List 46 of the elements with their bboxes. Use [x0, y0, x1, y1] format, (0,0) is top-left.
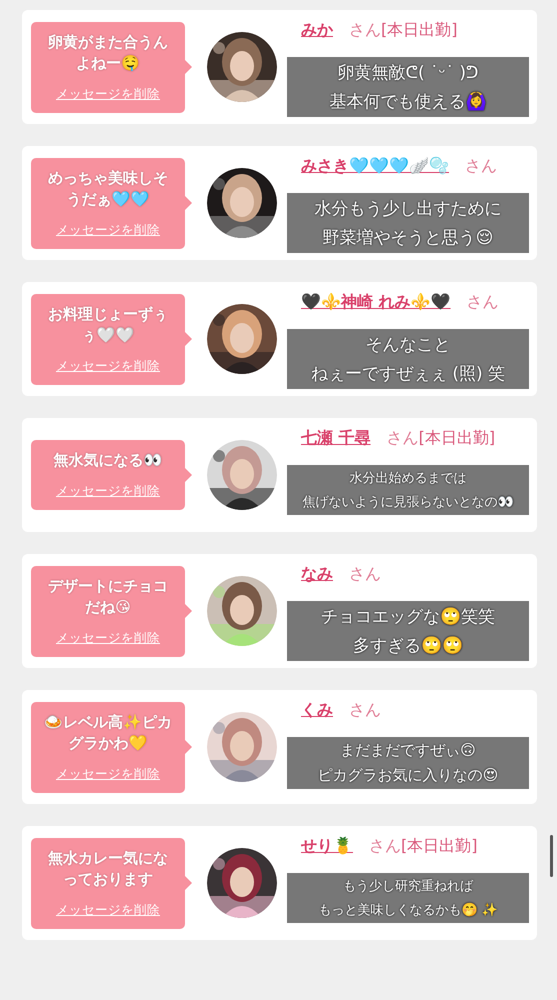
reply-text: もう少し研究重ねれば [342, 878, 474, 895]
reply-text: 卵黄無敵ᕦ( ˙ᵕ˙ )ᕤ [336, 62, 480, 84]
reply-text: もっと美味しくなるかも🤭 ✨ [317, 902, 499, 919]
delete-message-link[interactable]: メッセージを削除 [56, 766, 160, 782]
honorific-text: さん [348, 564, 381, 583]
status-text: [本日出勤] [401, 836, 478, 855]
honorific-text: さん [348, 20, 381, 39]
cast-name-link[interactable]: せり🍍 [301, 836, 353, 855]
reply-text: 野菜増やそうと思う😌 [322, 227, 494, 249]
cast-name-link[interactable]: 七瀬 千尋 [301, 428, 371, 447]
honorific-text: さん [386, 428, 419, 447]
delete-message-link[interactable]: メッセージを削除 [56, 630, 160, 646]
reply-text: 水分もう少し出すために [314, 198, 502, 220]
cast-name-link[interactable]: なみ [301, 564, 333, 583]
honorific-text: さん [348, 700, 381, 719]
message-text: 卵黄がまた合うんよねー🤤 [46, 32, 169, 74]
delete-message-link[interactable]: メッセージを削除 [56, 902, 160, 918]
status-text: [本日出勤] [381, 20, 458, 39]
message-text: 無水気になる👀 [52, 450, 164, 471]
honorific-text: さん [464, 156, 497, 175]
reply-text: 水分出始めるまでは [348, 470, 468, 487]
reply-text: 焦げないように見張らないとなの👀 [302, 494, 514, 511]
cast-name-link[interactable]: みさき🩵🩵🩵🪽🫧 [301, 156, 449, 175]
cast-name-link[interactable]: 🖤⚜神崎 れみ⚜🖤 [301, 292, 451, 311]
reply-text: 基本何でも使える🙆‍♀ [328, 90, 488, 113]
reply-text: 多すぎる🙄🙄 [352, 635, 464, 657]
delete-message-link[interactable]: メッセージを削除 [56, 358, 160, 374]
reply-text: ねぇーですぜぇぇ (照) 笑 [310, 363, 506, 385]
honorific-text: さん [466, 292, 499, 311]
reply-text: そんなこと [364, 334, 452, 356]
reply-text: まだまだですぜぃ🙃 [339, 741, 477, 760]
message-text: 無水カレー気になっております [47, 848, 169, 890]
delete-message-link[interactable]: メッセージを削除 [56, 222, 160, 238]
message-text: お料理じょーずぅぅ🤍🤍 [47, 304, 169, 346]
cast-name-link[interactable]: くみ [301, 700, 333, 719]
status-text: [本日出勤] [418, 428, 496, 447]
delete-message-link[interactable]: メッセージを削除 [56, 483, 160, 500]
scroll-bar[interactable] [550, 835, 553, 877]
message-text: デザートにチョコだね😘 [47, 576, 169, 618]
message-text: めっちゃ美味しそうだぁ🩵🩵 [47, 168, 169, 210]
reply-text: チョコエッグな🙄笑笑 [320, 606, 496, 628]
honorific-text: さん [368, 836, 401, 855]
message-text: 🍛レベル高✨ピカグラかわ💛 [43, 712, 173, 754]
cast-name-link[interactable]: みか [301, 20, 333, 39]
reply-text: ピカグラお気に入りなの😍 [316, 766, 500, 785]
delete-message-link[interactable]: メッセージを削除 [56, 86, 160, 102]
